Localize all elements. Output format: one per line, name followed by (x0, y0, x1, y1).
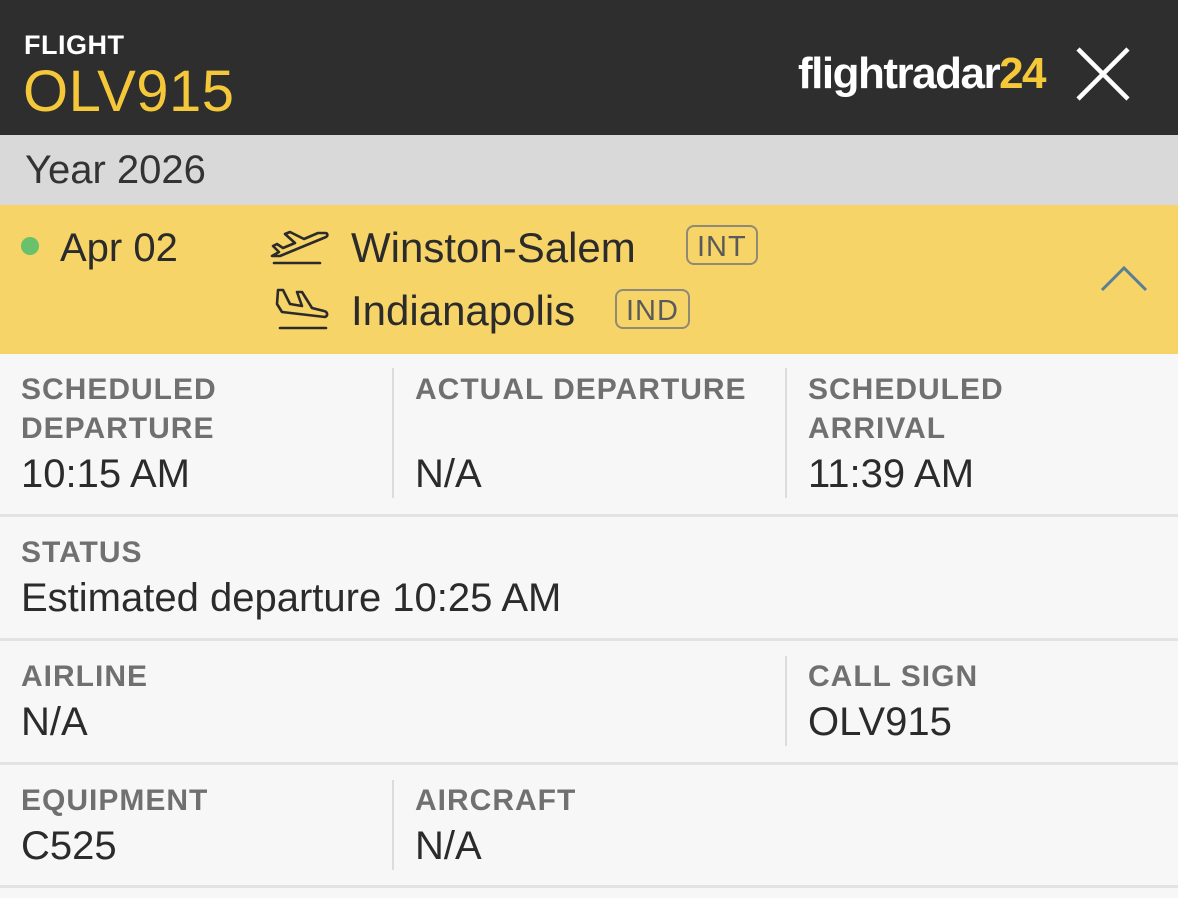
call-sign-label: CALL SIGN (808, 660, 979, 693)
destination-city: Indianapolis (351, 287, 576, 334)
actual-departure-label: ACTUAL DEPARTURE (415, 373, 747, 406)
status-dot (21, 237, 39, 255)
row-divider (0, 638, 1178, 641)
column-divider (785, 368, 787, 498)
origin-airport-code: INT (686, 225, 758, 265)
column-divider (785, 656, 787, 746)
landing-icon (275, 288, 329, 330)
flight-label: FLIGHT (24, 30, 125, 60)
equipment-label: EQUIPMENT (21, 784, 209, 817)
scheduled-arrival-label-line1: SCHEDULED (808, 373, 1004, 406)
close-icon[interactable] (1074, 45, 1132, 103)
status-value: Estimated departure 10:25 AM (21, 576, 562, 620)
flight-date: Apr 02 (60, 226, 178, 270)
logo-number: 24 (999, 49, 1046, 98)
row-divider (0, 514, 1178, 517)
destination-airport-code: IND (615, 289, 690, 329)
year-label: Year 2026 (25, 148, 206, 192)
scheduled-departure-label-line1: SCHEDULED (21, 373, 217, 406)
actual-departure-value: N/A (415, 452, 482, 496)
scheduled-arrival-value: 11:39 AM (808, 452, 975, 496)
airline-value: N/A (21, 700, 88, 744)
row-divider (0, 762, 1178, 765)
aircraft-value: N/A (415, 824, 482, 868)
aircraft-label: AIRCRAFT (415, 784, 577, 817)
scheduled-arrival-label-line2: ARRIVAL (808, 412, 947, 445)
flightradar24-logo: flightradar24 (798, 48, 1047, 104)
scheduled-departure-label-line2: DEPARTURE (21, 412, 215, 445)
call-sign-value: OLV915 (808, 700, 952, 744)
airline-label: AIRLINE (21, 660, 148, 693)
scheduled-departure-value: 10:15 AM (21, 452, 191, 496)
flight-number: OLV915 (23, 59, 235, 124)
logo-text: flightradar (798, 49, 1001, 98)
takeoff-icon (270, 230, 329, 265)
chevron-up-icon[interactable] (1098, 262, 1150, 294)
column-divider (392, 780, 394, 870)
column-divider (392, 368, 394, 498)
status-label: STATUS (21, 536, 143, 569)
row-divider (0, 885, 1178, 888)
origin-city: Winston-Salem (351, 224, 636, 271)
equipment-value: C525 (21, 824, 117, 868)
